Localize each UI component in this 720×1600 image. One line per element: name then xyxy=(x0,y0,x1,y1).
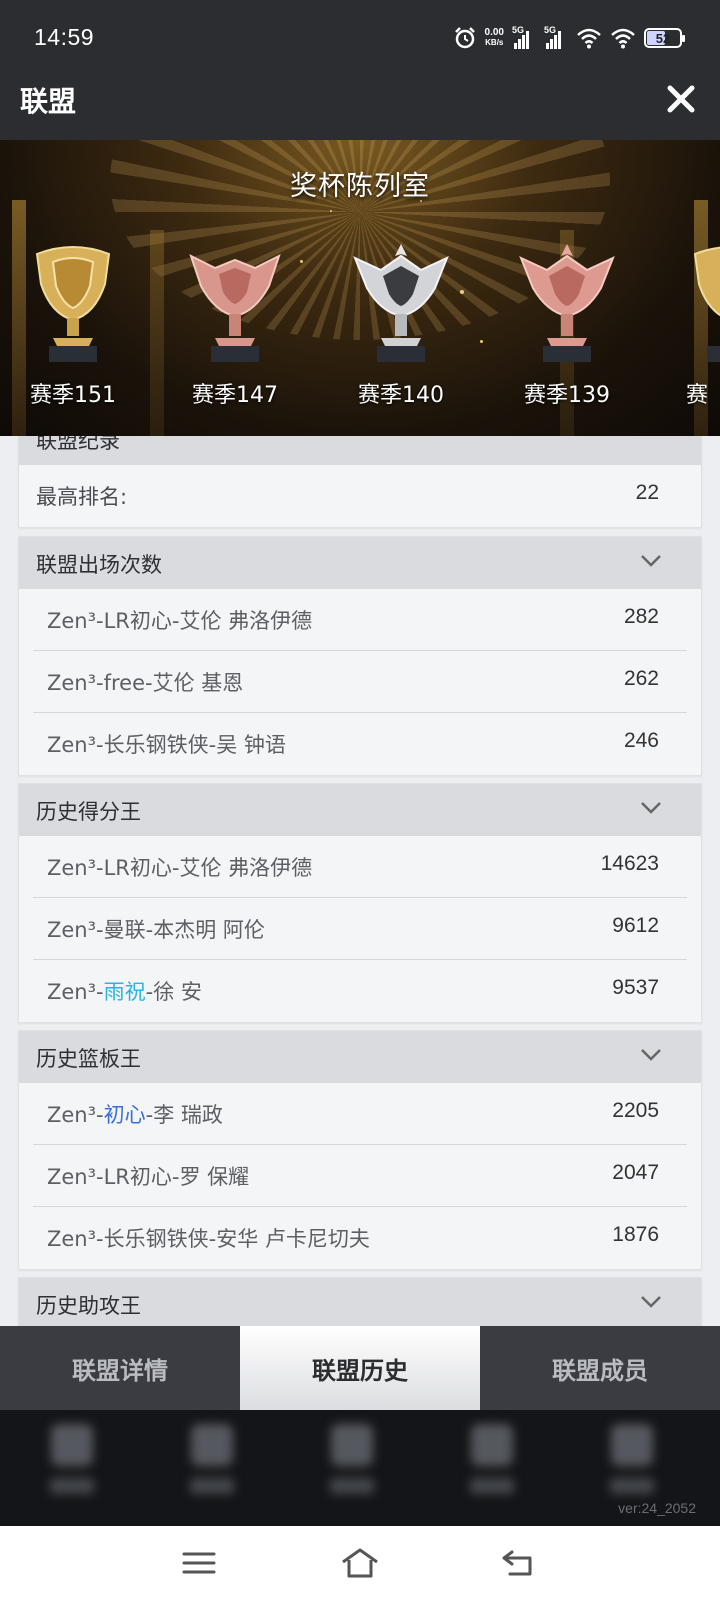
table-row: Zen³-LR初心-罗 保耀 2047 xyxy=(33,1145,687,1207)
rose-trophy-icon xyxy=(189,254,281,362)
trophy-item[interactable]: 赛季140 xyxy=(346,242,456,408)
app-header: 联盟 xyxy=(0,58,720,140)
status-icons: 0.00 KB/s 5G 5G 52 xyxy=(453,24,685,52)
section-title: 历史得分王 xyxy=(36,800,141,824)
trophy-item[interactable]: 赛季147 xyxy=(180,242,290,408)
gold-trophy-icon xyxy=(693,246,720,362)
blurred-nav-item xyxy=(184,1424,240,1504)
section-header[interactable]: 联盟出场次数 xyxy=(19,537,701,589)
wifi-icon xyxy=(611,28,635,49)
section-title: 历史篮板王 xyxy=(36,1047,141,1071)
trophy-label: 赛季151 xyxy=(30,383,116,408)
section-title: 历史助攻王 xyxy=(36,1294,141,1318)
chevron-down-icon[interactable] xyxy=(639,1292,663,1312)
player-name: Zen³-长乐钢铁侠-吴 钟语 xyxy=(47,733,286,757)
rose-trophy-icon xyxy=(519,244,615,362)
section-header[interactable]: 历史助攻王 xyxy=(19,1278,701,1326)
battery-icon: 52 xyxy=(644,28,685,48)
team-tag: 初心 xyxy=(103,1103,146,1127)
gold-trophy-icon xyxy=(35,246,111,362)
table-row: Zen³-长乐钢铁侠-安华 卢卡尼切夫 1876 xyxy=(33,1207,687,1269)
system-nav-bar xyxy=(0,1526,720,1600)
chevron-down-icon[interactable] xyxy=(639,798,663,818)
team-tag: 雨祝 xyxy=(103,980,146,1004)
section-title: 联盟出场次数 xyxy=(36,553,162,577)
player-name: Zen³-free-艾伦 基恩 xyxy=(47,671,244,695)
chevron-down-icon[interactable] xyxy=(639,551,663,571)
silver-trophy-icon xyxy=(353,244,449,362)
player-value: 262 xyxy=(623,667,659,690)
tab-alliance-members[interactable]: 联盟成员 xyxy=(480,1326,720,1410)
best-rank-label: 最高排名: xyxy=(36,485,128,509)
signal-icon: 5G xyxy=(544,25,568,49)
player-name: Zen³-长乐钢铁侠-安华 卢卡尼切夫 xyxy=(47,1227,370,1251)
tab-alliance-details[interactable]: 联盟详情 xyxy=(0,1326,240,1410)
section-card: 联盟出场次数 Zen³-LR初心-艾伦 弗洛伊德 282 Zen³-free-艾… xyxy=(18,536,702,776)
player-value: 14623 xyxy=(600,852,659,875)
chevron-down-icon[interactable] xyxy=(639,1045,663,1065)
player-name: Zen³-LR初心-罗 保耀 xyxy=(47,1165,250,1189)
trophy-item[interactable]: 赛季151 xyxy=(18,242,128,408)
section-header[interactable]: 历史篮板王 xyxy=(19,1031,701,1083)
records-title: 联盟纪录 xyxy=(36,436,120,453)
section-card: 历史助攻王 xyxy=(18,1277,702,1326)
menu-icon[interactable] xyxy=(180,1546,220,1580)
section-card: 历史篮板王 Zen³-初心-李 瑞政 2205 Zen³-LR初心-罗 保耀 2… xyxy=(18,1030,702,1270)
bottom-tabs: 联盟详情 联盟历史 联盟成员 xyxy=(0,1326,720,1410)
blurred-nav-item xyxy=(44,1424,100,1504)
trophy-label: 赛季147 xyxy=(192,383,278,408)
player-value: 2047 xyxy=(612,1161,659,1184)
status-time: 14:59 xyxy=(34,24,95,50)
home-icon[interactable] xyxy=(340,1546,380,1580)
player-value: 9612 xyxy=(612,914,659,937)
player-value: 282 xyxy=(623,605,659,628)
status-bar: 14:59 0.00 KB/s 5G 5G 52 xyxy=(0,0,720,58)
records-header: 联盟纪录 xyxy=(19,436,701,465)
best-rank-row: 最高排名: 22 xyxy=(19,465,701,527)
table-row: Zen³-LR初心-艾伦 弗洛伊德 14623 xyxy=(33,836,687,898)
player-name: Zen³-初心-李 瑞政 xyxy=(47,1103,223,1127)
tab-alliance-history[interactable]: 联盟历史 xyxy=(240,1326,480,1410)
blurred-nav-bar: ver:24_2052 xyxy=(0,1410,720,1526)
table-row: Zen³-LR初心-艾伦 弗洛伊德 282 xyxy=(33,589,687,651)
records-card: 联盟纪录 最高排名: 22 xyxy=(18,436,702,528)
trophy-item[interactable]: 赛 xyxy=(676,242,720,408)
table-row: Zen³-曼联-本杰明 阿伦 9612 xyxy=(33,898,687,960)
player-name: Zen³-雨祝-徐 安 xyxy=(47,980,202,1004)
trophy-banner: 奖杯陈列室 赛季151 赛季147 赛季140 赛季139 赛 xyxy=(0,140,720,436)
trophy-label: 赛 xyxy=(686,383,709,408)
trophy-label: 赛季140 xyxy=(358,383,444,408)
close-icon[interactable] xyxy=(662,80,700,118)
trophy-item[interactable]: 赛季139 xyxy=(512,242,622,408)
best-rank-value: 22 xyxy=(635,481,659,504)
table-row: Zen³-初心-李 瑞政 2205 xyxy=(33,1083,687,1145)
player-value: 2205 xyxy=(612,1099,659,1122)
wifi-icon xyxy=(577,28,601,49)
alarm-icon xyxy=(454,27,475,49)
table-row: Zen³-长乐钢铁侠-吴 钟语 246 xyxy=(33,713,687,775)
history-content[interactable]: 联盟纪录 最高排名: 22 联盟出场次数 Zen³-LR初心-艾伦 弗洛伊德 2… xyxy=(0,436,720,1326)
back-icon[interactable] xyxy=(500,1546,540,1580)
player-value: 9537 xyxy=(612,976,659,999)
blurred-nav-item xyxy=(324,1424,380,1504)
player-value: 246 xyxy=(623,729,659,752)
page-title: 联盟 xyxy=(20,85,77,118)
version-label: ver:24_2052 xyxy=(618,1500,696,1516)
player-name: Zen³-LR初心-艾伦 弗洛伊德 xyxy=(47,856,313,880)
blurred-nav-item xyxy=(604,1424,660,1504)
table-row: Zen³-雨祝-徐 安 9537 xyxy=(33,960,687,1022)
player-value: 1876 xyxy=(612,1223,659,1246)
player-name: Zen³-曼联-本杰明 阿伦 xyxy=(47,918,265,942)
blurred-nav-item xyxy=(464,1424,520,1504)
section-card: 历史得分王 Zen³-LR初心-艾伦 弗洛伊德 14623 Zen³-曼联-本杰… xyxy=(18,783,702,1023)
signal-icon: 5G xyxy=(512,25,536,49)
banner-title: 奖杯陈列室 xyxy=(290,171,430,202)
section-header[interactable]: 历史得分王 xyxy=(19,784,701,836)
net-speed: 0.00 KB/s xyxy=(484,27,504,48)
trophy-label: 赛季139 xyxy=(524,383,610,408)
table-row: Zen³-free-艾伦 基恩 262 xyxy=(33,651,687,713)
player-name: Zen³-LR初心-艾伦 弗洛伊德 xyxy=(47,609,313,633)
